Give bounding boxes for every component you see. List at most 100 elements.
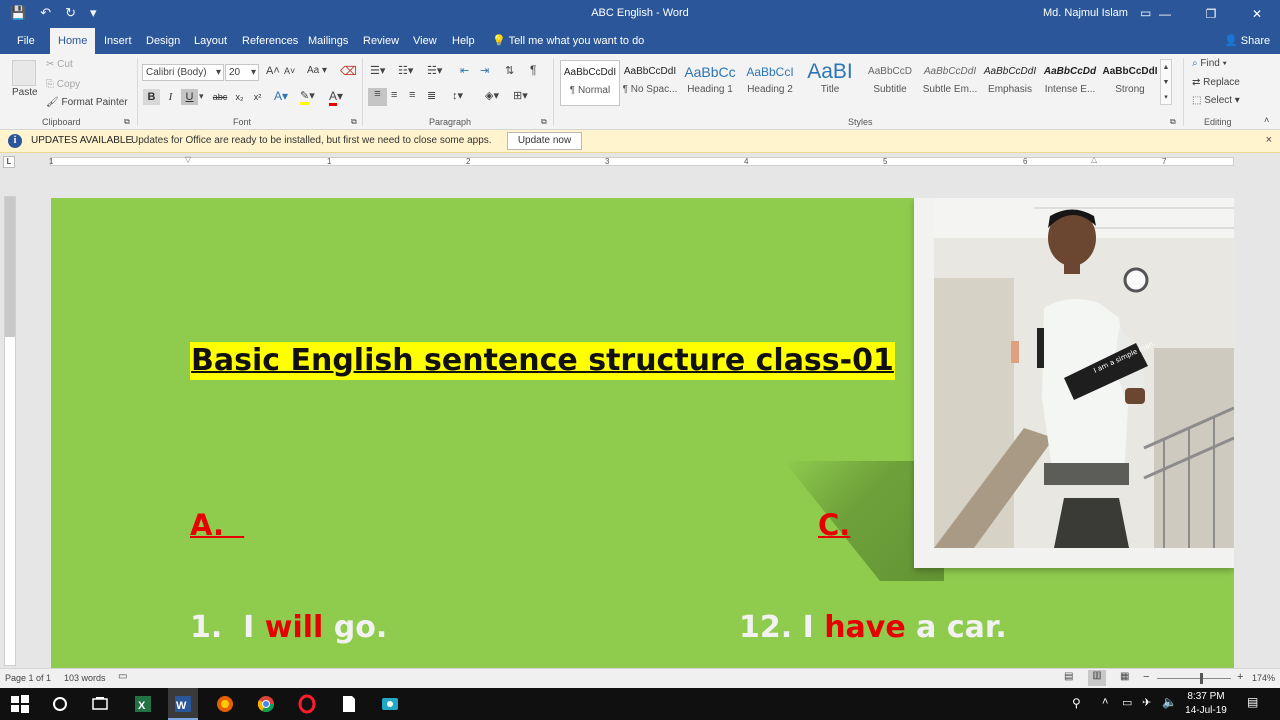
sort-icon[interactable]: ⇅	[505, 64, 514, 77]
tab-selector[interactable]: L	[3, 156, 15, 168]
tab-design[interactable]: Design	[138, 28, 188, 54]
increase-indent-icon[interactable]: ⇥	[480, 64, 489, 77]
font-name-dropdown[interactable]: Calibri (Body) ▾	[142, 64, 224, 81]
document-title[interactable]: Basic English sentence structure class-0…	[190, 342, 895, 380]
change-case-button[interactable]: Aa ▾	[307, 65, 327, 76]
font-launcher-icon[interactable]: ⧉	[351, 117, 357, 127]
battery-icon[interactable]: ▭	[1122, 696, 1132, 709]
author-photo[interactable]: I am a simple man.	[914, 198, 1234, 568]
find-button[interactable]: ⌕ Find ▾	[1192, 58, 1227, 69]
windows-start-icon[interactable]	[10, 694, 30, 714]
network-icon[interactable]: ✈	[1142, 696, 1151, 709]
strikethrough-button[interactable]: abc	[210, 89, 230, 105]
file-icon[interactable]	[339, 694, 359, 714]
excel-icon[interactable]: X	[133, 694, 153, 714]
style-intense-emphasis[interactable]: AaBbCcDd Intense E...	[1040, 60, 1100, 106]
proofing-icon[interactable]: ▭	[118, 671, 127, 682]
clipboard-launcher-icon[interactable]: ⧉	[124, 117, 130, 127]
section-c-heading[interactable]: C.	[818, 508, 850, 542]
multilevel-list-icon[interactable]: ☵▾	[427, 64, 442, 77]
tab-review[interactable]: Review	[355, 28, 407, 54]
bold-button[interactable]: B	[143, 89, 160, 105]
align-left-icon[interactable]: ≡	[368, 88, 387, 106]
shrink-font-button[interactable]: A˅	[284, 66, 295, 76]
select-button[interactable]: ⬚ Select ▾	[1192, 95, 1240, 106]
zoom-in-button[interactable]: +	[1237, 671, 1243, 683]
word-count[interactable]: 103 words	[64, 673, 106, 683]
style-subtitle[interactable]: AaBbCcD Subtitle	[860, 60, 920, 106]
styles-gallery-scroll[interactable]: ▲ ▼ ▾	[1160, 59, 1172, 105]
system-clock[interactable]: 8:37 PM 14-Jul-19	[1180, 690, 1232, 718]
web-layout-icon[interactable]: ▦	[1120, 671, 1129, 682]
styles-launcher-icon[interactable]: ⧉	[1170, 117, 1176, 127]
underline-options-icon[interactable]: ▾	[199, 91, 204, 102]
share-button[interactable]: 👤 Share	[1224, 28, 1270, 54]
paragraph-launcher-icon[interactable]: ⧉	[541, 117, 547, 127]
tab-insert[interactable]: Insert	[96, 28, 140, 54]
grow-font-button[interactable]: A˄	[266, 65, 280, 77]
numbering-icon[interactable]: ☷▾	[398, 64, 413, 77]
document-page[interactable]: Basic English sentence structure class-0…	[51, 198, 1234, 668]
tab-file[interactable]: File	[9, 28, 43, 54]
copy-button[interactable]: ⎘ Copy	[46, 79, 80, 90]
opera-icon[interactable]	[297, 694, 317, 714]
update-now-button[interactable]: Update now	[507, 132, 582, 150]
collapse-ribbon-icon[interactable]: ˄	[1264, 115, 1269, 125]
underline-button[interactable]: U	[181, 89, 198, 105]
close-button[interactable]: ✕	[1234, 0, 1280, 28]
shading-icon[interactable]: ◈▾	[485, 89, 499, 102]
task-view-icon[interactable]	[90, 694, 110, 714]
style-heading-1[interactable]: AaBbCc Heading 1	[680, 60, 740, 106]
user-name[interactable]: Md. Najmul Islam	[1043, 7, 1128, 19]
tab-view[interactable]: View	[405, 28, 445, 54]
style-no-spacing[interactable]: AaBbCcDdI ¶ No Spac...	[620, 60, 680, 106]
sentence-1[interactable]: 1. I will go.	[190, 610, 387, 645]
style-strong[interactable]: AaBbCcDdI Strong	[1100, 60, 1160, 106]
firefox-icon[interactable]	[215, 694, 235, 714]
print-layout-icon[interactable]: ▥	[1088, 670, 1106, 686]
font-size-dropdown[interactable]: 20 ▾	[225, 64, 259, 81]
page-count[interactable]: Page 1 of 1	[5, 673, 51, 683]
text-effects-icon[interactable]: A▾	[274, 89, 288, 103]
restore-button[interactable]: ❐	[1188, 0, 1234, 28]
bullets-icon[interactable]: ☰▾	[370, 64, 385, 77]
style-title[interactable]: AaBI Title	[800, 60, 860, 106]
show-formatting-icon[interactable]: ¶	[530, 63, 536, 77]
style-emphasis[interactable]: AaBbCcDdI Emphasis	[980, 60, 1040, 106]
minimize-button[interactable]: —	[1142, 0, 1188, 28]
align-right-icon[interactable]: ≡	[409, 89, 415, 101]
volume-icon[interactable]: 🔈	[1162, 695, 1177, 709]
tab-home[interactable]: Home	[50, 28, 96, 54]
justify-icon[interactable]: ≣	[427, 89, 436, 102]
chrome-icon[interactable]	[256, 694, 276, 714]
word-icon[interactable]: W	[173, 694, 193, 714]
sentence-12[interactable]: 12. I have a car.	[739, 610, 1007, 645]
tab-mailings[interactable]: Mailings	[300, 28, 356, 54]
right-indent-marker[interactable]: △	[1091, 155, 1097, 164]
align-center-icon[interactable]: ≡	[391, 89, 397, 101]
decrease-indent-icon[interactable]: ⇤	[460, 64, 469, 77]
screen-recorder-icon[interactable]	[380, 694, 400, 714]
replace-button[interactable]: ⇄ Replace	[1192, 77, 1240, 88]
vertical-ruler[interactable]	[4, 196, 16, 666]
show-hidden-icons[interactable]: ˄	[1102, 696, 1108, 708]
read-mode-icon[interactable]: ▤	[1064, 671, 1073, 682]
borders-icon[interactable]: ⊞▾	[513, 89, 528, 102]
zoom-slider-thumb[interactable]	[1200, 673, 1203, 684]
close-icon[interactable]: ×	[1266, 134, 1272, 146]
cut-button[interactable]: ✂ Cut	[46, 59, 73, 70]
font-color-icon[interactable]: A▾	[329, 89, 343, 106]
style-normal[interactable]: AaBbCcDdI ¶ Normal	[560, 60, 620, 106]
ruler-track[interactable]	[50, 157, 1234, 166]
format-painter-button[interactable]: 🖌 Format Painter	[46, 97, 128, 108]
zoom-out-button[interactable]: −	[1143, 671, 1149, 683]
line-spacing-icon[interactable]: ↕▾	[452, 89, 463, 102]
zoom-level[interactable]: 174%	[1252, 673, 1275, 683]
people-icon[interactable]: ⚲	[1072, 696, 1081, 710]
italic-button[interactable]: I	[162, 89, 179, 105]
indent-marker[interactable]: ▽	[185, 155, 191, 164]
superscript-button[interactable]: x²	[249, 89, 266, 105]
section-a-heading[interactable]: A.	[190, 508, 244, 542]
zoom-slider-track[interactable]	[1157, 678, 1231, 679]
subscript-button[interactable]: x₂	[231, 89, 248, 105]
